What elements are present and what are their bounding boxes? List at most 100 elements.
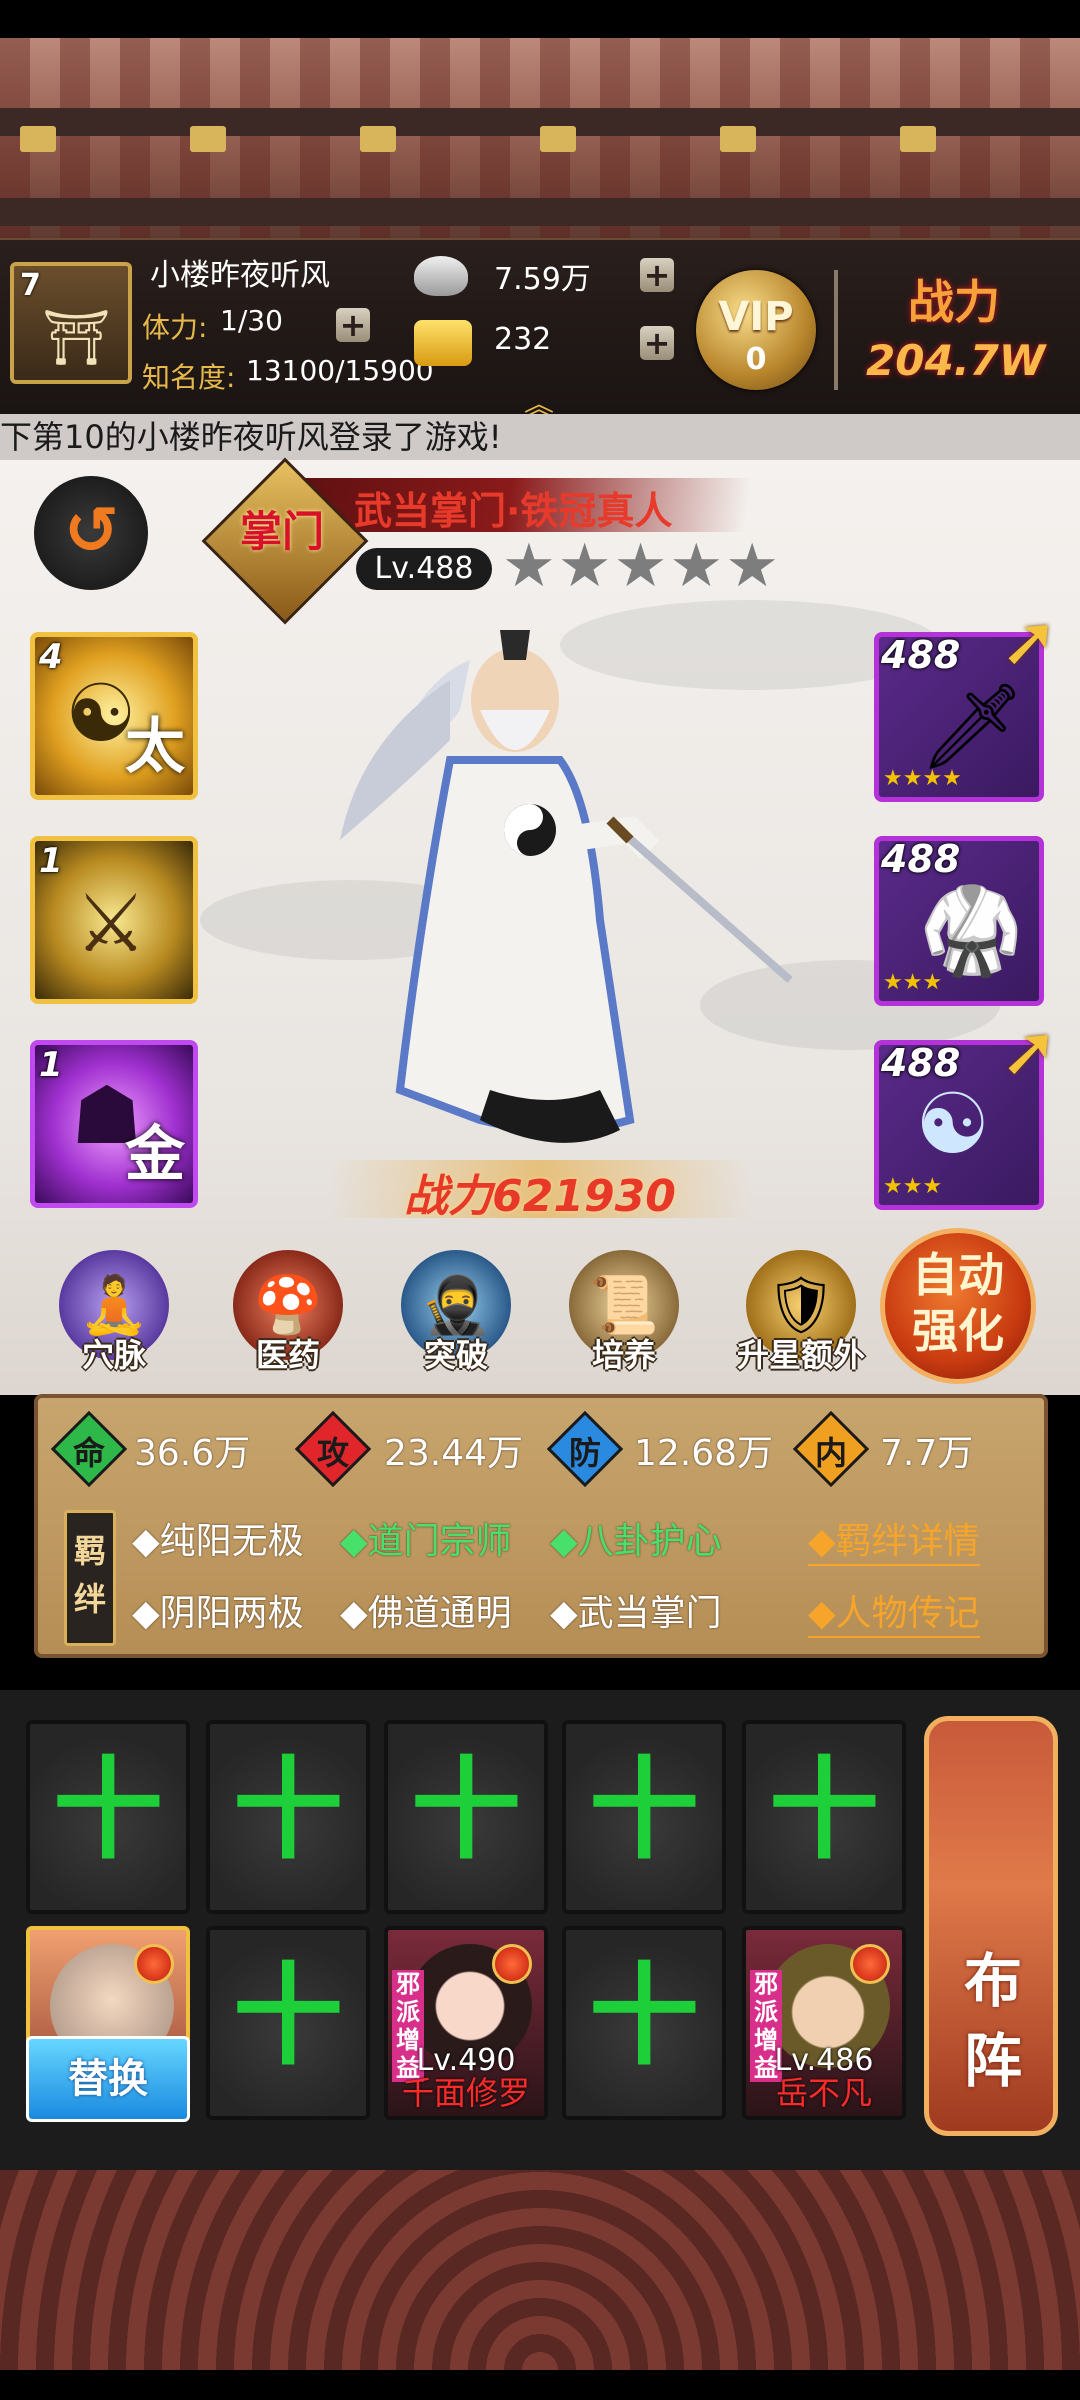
stamina-label: 体力: [142, 311, 208, 344]
skill-glyph: 太 [125, 712, 185, 782]
fame-label: 知名度: [142, 361, 236, 394]
member-name: 岳不凡 [775, 2074, 872, 2112]
hero-level: Lv.488 [356, 548, 492, 590]
action-breakthrough-button[interactable]: 🥷 突破 [396, 1250, 516, 1376]
sword-icon: 🗡 [919, 677, 1026, 775]
add-gold-button[interactable]: + [640, 326, 674, 360]
fame-value: 13100/15900 [246, 354, 434, 387]
add-silver-button[interactable]: + [640, 258, 674, 292]
star-icon: ★ [669, 531, 724, 601]
equip-stars: ★★★ [883, 970, 943, 995]
formation-button[interactable]: 布阵 [924, 1716, 1058, 2136]
team-slot-member[interactable]: 邪派增益 Lv.490 千面修罗 [384, 1926, 548, 2120]
team-slot-empty[interactable]: 十 [562, 1926, 726, 2120]
action-cultivate-button[interactable]: 📜 培养 [564, 1250, 684, 1376]
roof-ornament [20, 126, 56, 152]
team-slot-empty[interactable]: 十 [384, 1720, 548, 1914]
add-icon: 十 [233, 1746, 343, 1874]
roof-decoration [0, 38, 1080, 238]
equip-slot-armor[interactable]: 🥋 488 ★★★ [874, 836, 1044, 1006]
player-avatar[interactable]: 7 ⛩ [10, 262, 132, 384]
attack-value: 23.44万 [384, 1433, 524, 1474]
skill-card-metal[interactable]: ☗ 1 金 [30, 1040, 198, 1208]
inner-power-value: 7.7万 [880, 1433, 974, 1474]
equip-level: 488 [881, 1041, 961, 1085]
swordsman-icon: ⚔ [75, 877, 147, 970]
team-slot-empty[interactable]: 十 [26, 1720, 190, 1914]
action-label: 医药 [255, 1336, 320, 1374]
hero-power: 战力621930 [404, 1171, 676, 1222]
vip-level: 0 [745, 342, 767, 377]
team-slot-empty[interactable]: 十 [562, 1720, 726, 1914]
player-header: 7 ⛩ 小楼昨夜听风 体力: 1/30 + 知名度: 13100/15900 7… [0, 238, 1080, 423]
roof-band [0, 198, 1080, 226]
action-meridian-button[interactable]: 🧘 穴脉 [54, 1250, 174, 1376]
roof-ornament [360, 126, 396, 152]
hero-name: 武当掌门·铁冠真人 [354, 489, 673, 533]
skill-count: 1 [39, 1045, 63, 1085]
add-icon: 十 [769, 1746, 879, 1874]
swap-button[interactable]: 替换 [26, 2036, 190, 2122]
star-icon: ★ [613, 531, 668, 601]
add-icon: 十 [411, 1746, 521, 1874]
bottom-wall-decoration [0, 2170, 1080, 2370]
silver-ingot-icon [414, 256, 468, 296]
team-slot-empty[interactable]: 十 [206, 1926, 370, 2120]
equip-level: 488 [881, 837, 961, 881]
status-dot [134, 1944, 174, 1984]
team-slot-member[interactable]: 邪派增益 Lv.486 岳不凡 [742, 1926, 906, 2120]
team-slot-empty[interactable]: 十 [742, 1720, 906, 1914]
skill-card-sword[interactable]: ⚔ 1 [30, 836, 198, 1004]
defense-label: 防 [568, 1434, 601, 1472]
action-medicine-button[interactable]: 🍄 医药 [228, 1250, 348, 1376]
pagoda-icon: ⛩ [42, 306, 111, 369]
roof-ornament [900, 126, 936, 152]
bond-details-link[interactable]: ◆羁绊详情 [808, 1512, 980, 1566]
armor-icon: 🥋 [919, 881, 1024, 979]
add-icon: 十 [233, 1952, 343, 2080]
hp-label: 命 [72, 1434, 105, 1472]
action-star-up-button[interactable]: 🛡 升星额外 [736, 1250, 866, 1376]
hp-value: 36.6万 [134, 1433, 251, 1474]
team-slot-empty[interactable]: 十 [206, 1720, 370, 1914]
upgrade-arrow-icon: ➚ [1000, 600, 1059, 682]
gold-ingot-icon [414, 320, 472, 366]
star-icon: ★ [502, 531, 556, 601]
roof-ornament [720, 126, 756, 152]
upgrade-arrow-icon: ➚ [1000, 1010, 1059, 1092]
back-button[interactable]: ↺ [34, 476, 148, 590]
bond-item-active: ◆道门宗师 [340, 1521, 512, 1562]
add-icon: 十 [589, 1746, 699, 1874]
status-dot [850, 1944, 890, 1984]
player-level: 7 [20, 268, 41, 303]
attack-label: 攻 [316, 1434, 349, 1472]
equip-level: 488 [881, 633, 961, 677]
auto-enhance-button[interactable]: 自动强化 [880, 1228, 1036, 1384]
star-icon: ★ [725, 531, 779, 601]
bond-item-active: ◆八卦护心 [550, 1521, 722, 1562]
action-label: 升星额外 [736, 1336, 865, 1374]
bond-tag: 羁绊 [64, 1510, 116, 1646]
bond-item: ◆阴阳两极 [132, 1593, 304, 1634]
skill-glyph: 金 [125, 1120, 185, 1190]
hero-star-rating: ★ ★ ★ ★ ★ [502, 536, 779, 596]
action-label: 突破 [423, 1336, 488, 1374]
bond-item: ◆武当掌门 [550, 1593, 722, 1634]
inner-power-label: 内 [814, 1434, 847, 1472]
hero-figure [340, 630, 793, 1143]
add-stamina-button[interactable]: + [336, 308, 370, 342]
stamina-value: 1/30 [220, 304, 283, 337]
biography-link[interactable]: ◆人物传记 [808, 1584, 980, 1638]
skill-card-taiji[interactable]: ☯ 4 太 [30, 632, 198, 800]
skill-count: 1 [39, 841, 63, 881]
announcement-ticker: 下第10的小楼昨夜听风登录了游戏! [0, 414, 1080, 460]
equip-stars: ★★★ [883, 1174, 943, 1199]
vip-badge[interactable]: VIP 0 [696, 270, 816, 390]
bottom-bar [0, 2370, 1080, 2400]
bond-tag-text: 羁绊 [73, 1532, 106, 1618]
leader-badge-text: 掌门 [239, 507, 324, 556]
total-power-label: 战力 [908, 275, 1000, 329]
header-divider [834, 270, 838, 390]
total-power-value: 204.7W [866, 336, 1046, 385]
formation-label: 布阵 [963, 1947, 1022, 2095]
